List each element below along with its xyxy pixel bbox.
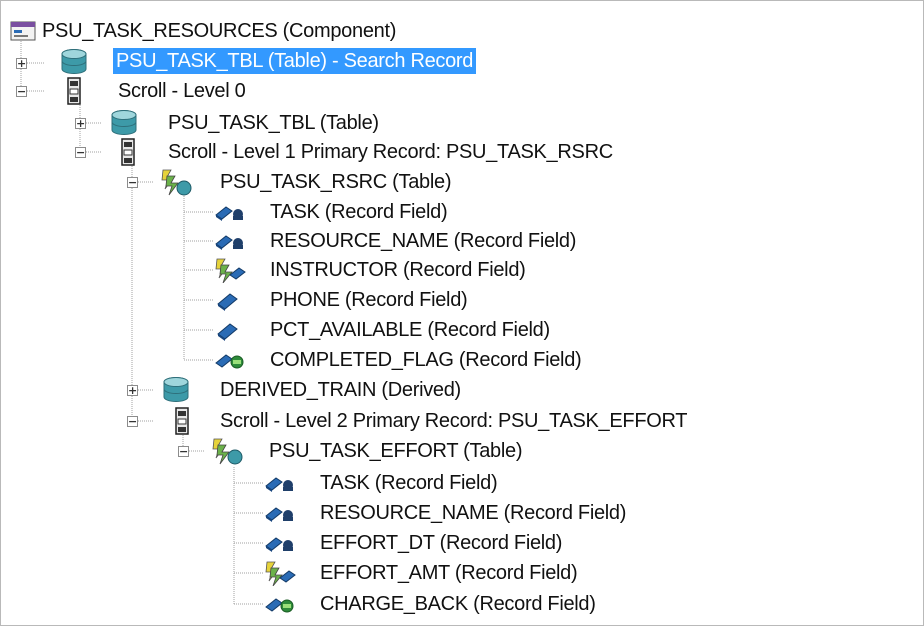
- node-label: CHARGE_BACK (Record Field): [320, 593, 596, 615]
- collapse-toggle[interactable]: −: [127, 416, 138, 427]
- collapse-toggle[interactable]: −: [178, 446, 189, 457]
- node-label: PHONE (Record Field): [270, 289, 468, 311]
- record-table-icon: [159, 167, 193, 197]
- node-label: COMPLETED_FLAG (Record Field): [270, 349, 582, 371]
- node-label: PSU_TASK_RSRC (Table): [220, 171, 452, 193]
- table-icon: [109, 109, 139, 137]
- node-label: EFFORT_AMT (Record Field): [320, 562, 578, 584]
- scroll-icon: [173, 407, 191, 435]
- node-label: Scroll - Level 2 Primary Record: PSU_TAS…: [220, 410, 688, 432]
- node-label: PSU_TASK_RESOURCES (Component): [42, 20, 397, 42]
- key-field-icon: [213, 230, 247, 252]
- node-label: Scroll - Level 0: [118, 80, 246, 102]
- component-tree-panel: PSU_TASK_RESOURCES (Component) + PSU_TAS…: [0, 0, 924, 626]
- collapse-toggle[interactable]: −: [16, 86, 27, 97]
- collapse-toggle[interactable]: −: [127, 177, 138, 188]
- node-label: TASK (Record Field): [270, 201, 448, 223]
- key-field-icon: [263, 472, 297, 494]
- expand-toggle[interactable]: +: [127, 385, 138, 396]
- key-field-icon: [263, 502, 297, 524]
- node-label: PSU_TASK_TBL (Table): [168, 112, 379, 134]
- flag-field-icon: [213, 349, 247, 371]
- table-icon: [161, 376, 191, 404]
- node-label: INSTRUCTOR (Record Field): [270, 259, 526, 281]
- field-icon: [213, 319, 247, 341]
- node-label: DERIVED_TRAIN (Derived): [220, 379, 461, 401]
- scroll-icon: [119, 138, 137, 166]
- key-field-icon: [213, 201, 247, 223]
- record-table-icon: [210, 436, 244, 466]
- collapse-toggle[interactable]: −: [75, 147, 86, 158]
- table-icon: [59, 48, 89, 76]
- node-label: TASK (Record Field): [320, 472, 498, 494]
- flag-field-icon: [263, 593, 297, 615]
- node-label: PCT_AVAILABLE (Record Field): [270, 319, 550, 341]
- expand-toggle[interactable]: +: [16, 58, 27, 69]
- node-label: RESOURCE_NAME (Record Field): [320, 502, 627, 524]
- node-label: RESOURCE_NAME (Record Field): [270, 230, 577, 252]
- key-field-icon: [263, 532, 297, 554]
- node-label: EFFORT_DT (Record Field): [320, 532, 563, 554]
- node-label: Scroll - Level 1 Primary Record: PSU_TAS…: [168, 141, 613, 163]
- prompt-field-icon: [213, 257, 247, 283]
- component-icon: [9, 19, 37, 43]
- field-icon: [213, 289, 247, 311]
- expand-toggle[interactable]: +: [75, 118, 86, 129]
- node-label: PSU_TASK_EFFORT (Table): [269, 440, 523, 462]
- node-label: PSU_TASK_TBL (Table) - Search Record: [113, 48, 477, 74]
- scroll-icon: [65, 77, 83, 105]
- prompt-field-icon: [263, 560, 297, 586]
